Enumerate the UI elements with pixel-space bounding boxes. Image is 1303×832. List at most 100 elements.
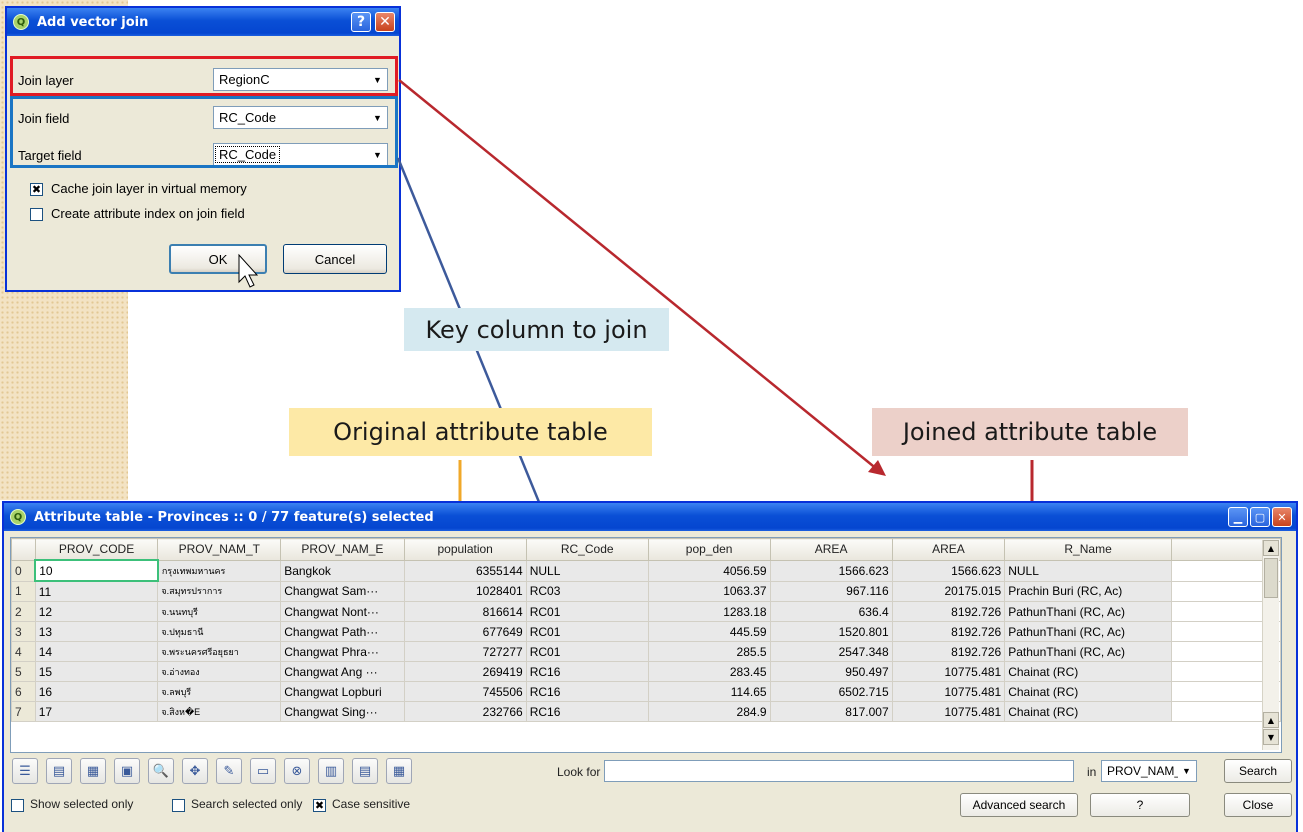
table-cell[interactable]: 8192.726 xyxy=(891,641,1006,662)
advanced-search-button[interactable]: Advanced search xyxy=(960,793,1078,817)
table-cell[interactable]: PathunThani (RC, Ac) xyxy=(1004,641,1172,662)
table-cell[interactable]: Changwat Phra··· xyxy=(280,641,405,662)
table-cell[interactable]: 445.59 xyxy=(647,621,771,642)
table-cell[interactable]: 727277 xyxy=(403,641,527,662)
table-cell[interactable]: จ.สมุทรปราการ xyxy=(157,580,282,602)
table-cell[interactable]: 16 xyxy=(34,681,159,702)
table-cell[interactable]: PathunThani (RC, Ac) xyxy=(1004,601,1172,622)
table-row[interactable]: 5 15 จ.อ่างทอง Changwat Ang ··· 269419 RC16 28… xyxy=(11,661,1281,682)
help-button[interactable]: ? xyxy=(1090,793,1190,817)
table-row[interactable]: 3 13 จ.ปทุมธานี Changwat Path··· 677649 RC01 4… xyxy=(11,621,1281,642)
column-header[interactable]: pop_den xyxy=(647,538,771,561)
scroll-up-icon[interactable]: ▲ xyxy=(1263,540,1279,556)
table-cell[interactable]: 950.497 xyxy=(769,661,893,682)
column-header[interactable]: PROV_NAM_T xyxy=(157,538,282,561)
close-icon[interactable]: ✕ xyxy=(375,12,395,32)
minimize-icon[interactable]: ▁ xyxy=(1228,507,1248,527)
table-cell[interactable]: 11 xyxy=(34,580,159,602)
row-header[interactable]: 7 xyxy=(11,701,36,722)
invert-selection-icon[interactable]: ▦ xyxy=(80,758,106,784)
table-cell[interactable]: 677649 xyxy=(403,621,527,642)
table-cell[interactable]: Changwat Lopburi xyxy=(280,681,405,702)
selected-to-top-icon[interactable]: ▣ xyxy=(114,758,140,784)
scroll-thumb[interactable] xyxy=(1264,558,1278,598)
table-cell[interactable]: จ.พระนครศรีอยุธยา xyxy=(157,641,282,662)
table-cell[interactable]: RC16 xyxy=(525,681,649,702)
close-icon[interactable]: ✕ xyxy=(1272,507,1292,527)
table-cell[interactable]: 10775.481 xyxy=(891,681,1006,702)
table-cell[interactable]: 15 xyxy=(34,661,159,682)
delete-column-icon[interactable]: ▤ xyxy=(352,758,378,784)
maximize-icon[interactable]: ▢ xyxy=(1250,507,1270,527)
table-cell[interactable]: Changwat Nont··· xyxy=(280,601,405,622)
table-cell[interactable]: 745506 xyxy=(403,681,527,702)
row-header[interactable]: 0 xyxy=(11,559,36,582)
table-cell[interactable]: 1283.18 xyxy=(647,601,771,622)
table-cell[interactable]: จ.สิงห�E xyxy=(157,701,282,722)
cancel-button[interactable]: Cancel xyxy=(283,244,387,274)
table-cell[interactable]: 6355144 xyxy=(403,559,527,582)
table-cell[interactable]: 17 xyxy=(34,701,159,722)
table-cell[interactable]: จ.อ่างทอง xyxy=(157,661,282,682)
table-cell[interactable]: 1028401 xyxy=(403,580,527,602)
table-cell[interactable]: 8192.726 xyxy=(891,601,1006,622)
table-cell[interactable]: NULL xyxy=(1004,559,1172,582)
field-select[interactable]: PROV_NAM_E ▼ xyxy=(1101,760,1197,782)
table-cell[interactable]: 13 xyxy=(34,621,159,642)
table-cell[interactable]: 269419 xyxy=(403,661,527,682)
table-cell[interactable]: 967.116 xyxy=(769,580,893,602)
field-calculator-icon[interactable]: ▦ xyxy=(386,758,412,784)
table-row[interactable]: 7 17 จ.สิงห�E Changwat Sing··· 232766 RC16 284… xyxy=(11,701,1281,722)
vertical-scrollbar[interactable]: ▲ ▲ ▼ xyxy=(1262,540,1279,750)
look-for-input[interactable] xyxy=(604,760,1074,782)
table-cell[interactable]: 2547.348 xyxy=(769,641,893,662)
row-header[interactable]: 5 xyxy=(11,661,36,682)
column-header[interactable]: RC_Code xyxy=(525,538,649,561)
row-header[interactable]: 2 xyxy=(11,601,36,622)
table-cell[interactable]: 1520.801 xyxy=(769,621,893,642)
table-cell[interactable]: Changwat Sing··· xyxy=(280,701,405,722)
table-cell[interactable]: 1566.623 xyxy=(769,559,893,582)
column-header[interactable]: population xyxy=(403,538,527,561)
table-row[interactable]: 0 10 กรุงเทพมหานคร Bangkok 6355144 NULL 4056.5… xyxy=(11,559,1281,582)
row-header[interactable]: 6 xyxy=(11,681,36,702)
zoom-to-selection-icon[interactable]: 🔍 xyxy=(148,758,174,784)
delete-icon[interactable]: ⊗ xyxy=(284,758,310,784)
table-cell[interactable]: 1063.37 xyxy=(647,580,771,602)
table-cell[interactable]: 114.65 xyxy=(647,681,771,702)
column-header[interactable]: AREA xyxy=(891,538,1006,561)
table-cell[interactable]: RC16 xyxy=(525,661,649,682)
select-all-icon[interactable]: ▤ xyxy=(46,758,72,784)
table-cell[interactable]: 8192.726 xyxy=(891,621,1006,642)
table-row[interactable]: 6 16 จ.ลพบุรี Changwat Lopburi 745506 RC16 114… xyxy=(11,681,1281,702)
table-cell[interactable]: 10775.481 xyxy=(891,701,1006,722)
table-cell[interactable]: 1566.623 xyxy=(891,559,1006,582)
table-row[interactable]: 2 12 จ.นนทบุรี Changwat Nont··· 816614 RC01 12… xyxy=(11,601,1281,622)
column-header[interactable]: AREA xyxy=(769,538,893,561)
cache-checkbox[interactable]: ✖ xyxy=(30,183,43,196)
column-header[interactable]: PROV_CODE xyxy=(34,538,159,561)
table-row[interactable]: 4 14 จ.พระนครศรีอยุธยา Changwat Phra··· 7272… xyxy=(11,641,1281,662)
search-selected-checkbox[interactable] xyxy=(172,799,185,812)
table-cell[interactable]: 20175.015 xyxy=(891,580,1006,602)
search-button[interactable]: Search xyxy=(1224,759,1292,783)
table-cell[interactable]: 4056.59 xyxy=(647,559,771,582)
table-cell[interactable]: จ.ลพบุรี xyxy=(157,681,282,702)
show-selected-checkbox[interactable] xyxy=(11,799,24,812)
table-cell[interactable]: 283.45 xyxy=(647,661,771,682)
edit-pencil-icon[interactable]: ✎ xyxy=(216,758,242,784)
table-cell[interactable]: 10 xyxy=(34,559,159,582)
table-cell[interactable]: 12 xyxy=(34,601,159,622)
row-header[interactable]: 1 xyxy=(11,580,36,602)
close-button[interactable]: Close xyxy=(1224,793,1292,817)
table-cell[interactable]: RC01 xyxy=(525,601,649,622)
table-cell[interactable]: 285.5 xyxy=(647,641,771,662)
table-cell[interactable]: กรุงเทพมหานคร xyxy=(157,559,282,582)
column-header[interactable]: R_Name xyxy=(1004,538,1172,561)
table-cell[interactable]: Changwat Ang ··· xyxy=(280,661,405,682)
table-icon[interactable]: ☰ xyxy=(12,758,38,784)
table-cell[interactable]: 816614 xyxy=(403,601,527,622)
table-cell[interactable]: 232766 xyxy=(403,701,527,722)
scroll-down-icon[interactable]: ▼ xyxy=(1263,729,1279,745)
table-cell[interactable]: NULL xyxy=(525,559,649,582)
